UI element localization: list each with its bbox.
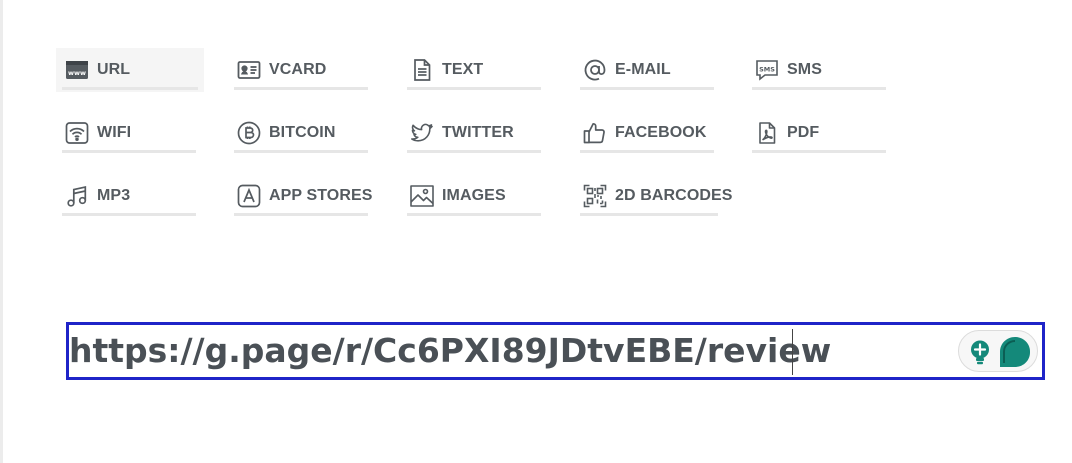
document-icon <box>410 58 434 82</box>
pdf-file-icon <box>755 121 779 145</box>
text-caret <box>792 329 793 375</box>
tab-underline <box>580 87 714 90</box>
tab-underline <box>407 150 541 153</box>
tab-facebook[interactable]: FACEBOOK <box>574 111 722 155</box>
tab-url-label: URL <box>97 61 131 78</box>
thumbs-up-icon <box>583 121 607 145</box>
barcode-scan-icon <box>583 184 607 208</box>
tab-wifi-label: WIFI <box>97 124 132 141</box>
tab-pdf[interactable]: PDF <box>746 111 894 155</box>
tab-mp3[interactable]: MP3 <box>56 174 204 218</box>
tab-bitcoin-label: BITCOIN <box>269 124 336 141</box>
image-icon <box>410 184 434 208</box>
browser-extension-widget[interactable] <box>958 330 1038 372</box>
svg-text:SMS: SMS <box>759 65 775 73</box>
tab-2d-barcodes-label: 2D BARCODES <box>615 187 733 204</box>
tab-images-label: IMAGES <box>442 187 506 204</box>
tab-vcard-label: VCARD <box>269 61 327 78</box>
tab-underline <box>62 87 198 90</box>
bitcoin-icon <box>237 121 261 145</box>
tab-bitcoin[interactable]: BITCOIN <box>228 111 376 155</box>
tab-text[interactable]: TEXT <box>401 48 549 92</box>
tab-twitter-label: TWITTER <box>442 124 514 141</box>
tab-pdf-label: PDF <box>787 124 820 141</box>
www-browser-icon: www <box>65 58 89 82</box>
tab-wifi[interactable]: WIFI <box>56 111 204 155</box>
at-sign-icon <box>583 58 607 82</box>
tab-email-label: E-MAIL <box>615 61 671 78</box>
tab-twitter[interactable]: TWITTER <box>401 111 549 155</box>
tab-underline <box>62 150 196 153</box>
tab-sms-label: SMS <box>787 61 822 78</box>
tab-underline <box>752 87 886 90</box>
sms-bubble-icon: SMS <box>755 58 779 82</box>
tab-vcard[interactable]: VCARD <box>228 48 376 92</box>
lightbulb-icon[interactable] <box>967 339 993 365</box>
url-input-container[interactable] <box>66 322 1045 380</box>
tab-app-stores-label: APP STORES <box>269 187 373 204</box>
twitter-bird-icon <box>410 121 434 145</box>
tab-text-label: TEXT <box>442 61 484 78</box>
chat-bubble-icon[interactable] <box>997 334 1033 370</box>
tab-mp3-label: MP3 <box>97 187 131 204</box>
tab-images[interactable]: IMAGES <box>401 174 549 218</box>
tab-url[interactable]: www URL <box>56 48 204 92</box>
tab-underline <box>407 213 541 216</box>
tab-underline <box>752 150 886 153</box>
contact-card-icon <box>237 58 261 82</box>
app-store-icon <box>237 184 261 208</box>
tab-facebook-label: FACEBOOK <box>615 124 707 141</box>
tab-underline <box>580 150 714 153</box>
left-border <box>0 0 3 463</box>
tab-app-stores[interactable]: APP STORES <box>228 174 376 218</box>
tab-sms[interactable]: SMS SMS <box>746 48 894 92</box>
tab-underline <box>407 87 541 90</box>
tab-underline <box>234 150 368 153</box>
tab-underline <box>234 213 368 216</box>
svg-text:www: www <box>68 69 86 77</box>
music-note-icon <box>65 184 89 208</box>
tab-email[interactable]: E-MAIL <box>574 48 722 92</box>
wifi-icon <box>65 121 89 145</box>
tab-underline <box>234 87 368 90</box>
url-input[interactable] <box>69 325 949 377</box>
tab-2d-barcodes[interactable]: 2D BARCODES <box>574 174 732 218</box>
tab-underline <box>62 213 196 216</box>
tab-underline <box>580 213 718 216</box>
